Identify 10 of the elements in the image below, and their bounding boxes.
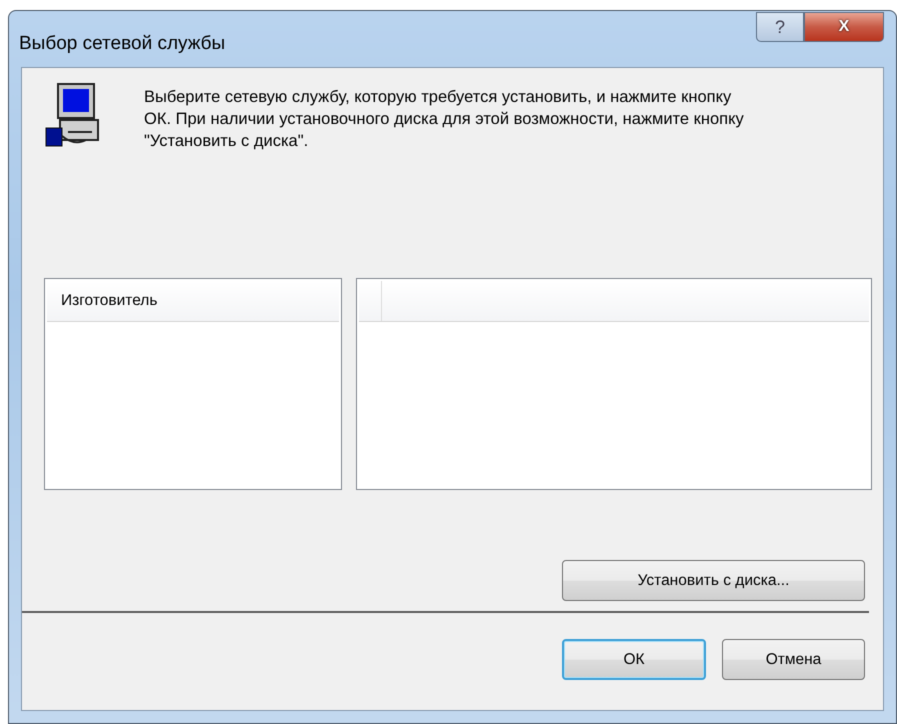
service-list[interactable] bbox=[356, 278, 872, 490]
install-from-disk-button[interactable]: Установить с диска... bbox=[562, 560, 865, 601]
manufacturer-list[interactable]: Изготовитель bbox=[44, 278, 342, 490]
instruction-text: Выберите сетевую службу, которую требуется установить, и нажмите кнопку ОК. При наличии установочного диска для этой возможности, нажмите кнопку "Установить с диска". bbox=[144, 87, 745, 152]
cancel-button[interactable]: Отмена bbox=[722, 639, 865, 680]
help-button[interactable]: ? bbox=[756, 12, 804, 42]
close-button[interactable]: X bbox=[804, 12, 884, 42]
window-title: Выбор сетевой службы bbox=[19, 33, 226, 55]
column-header[interactable] bbox=[359, 281, 869, 322]
ok-button[interactable]: ОК bbox=[562, 639, 706, 680]
